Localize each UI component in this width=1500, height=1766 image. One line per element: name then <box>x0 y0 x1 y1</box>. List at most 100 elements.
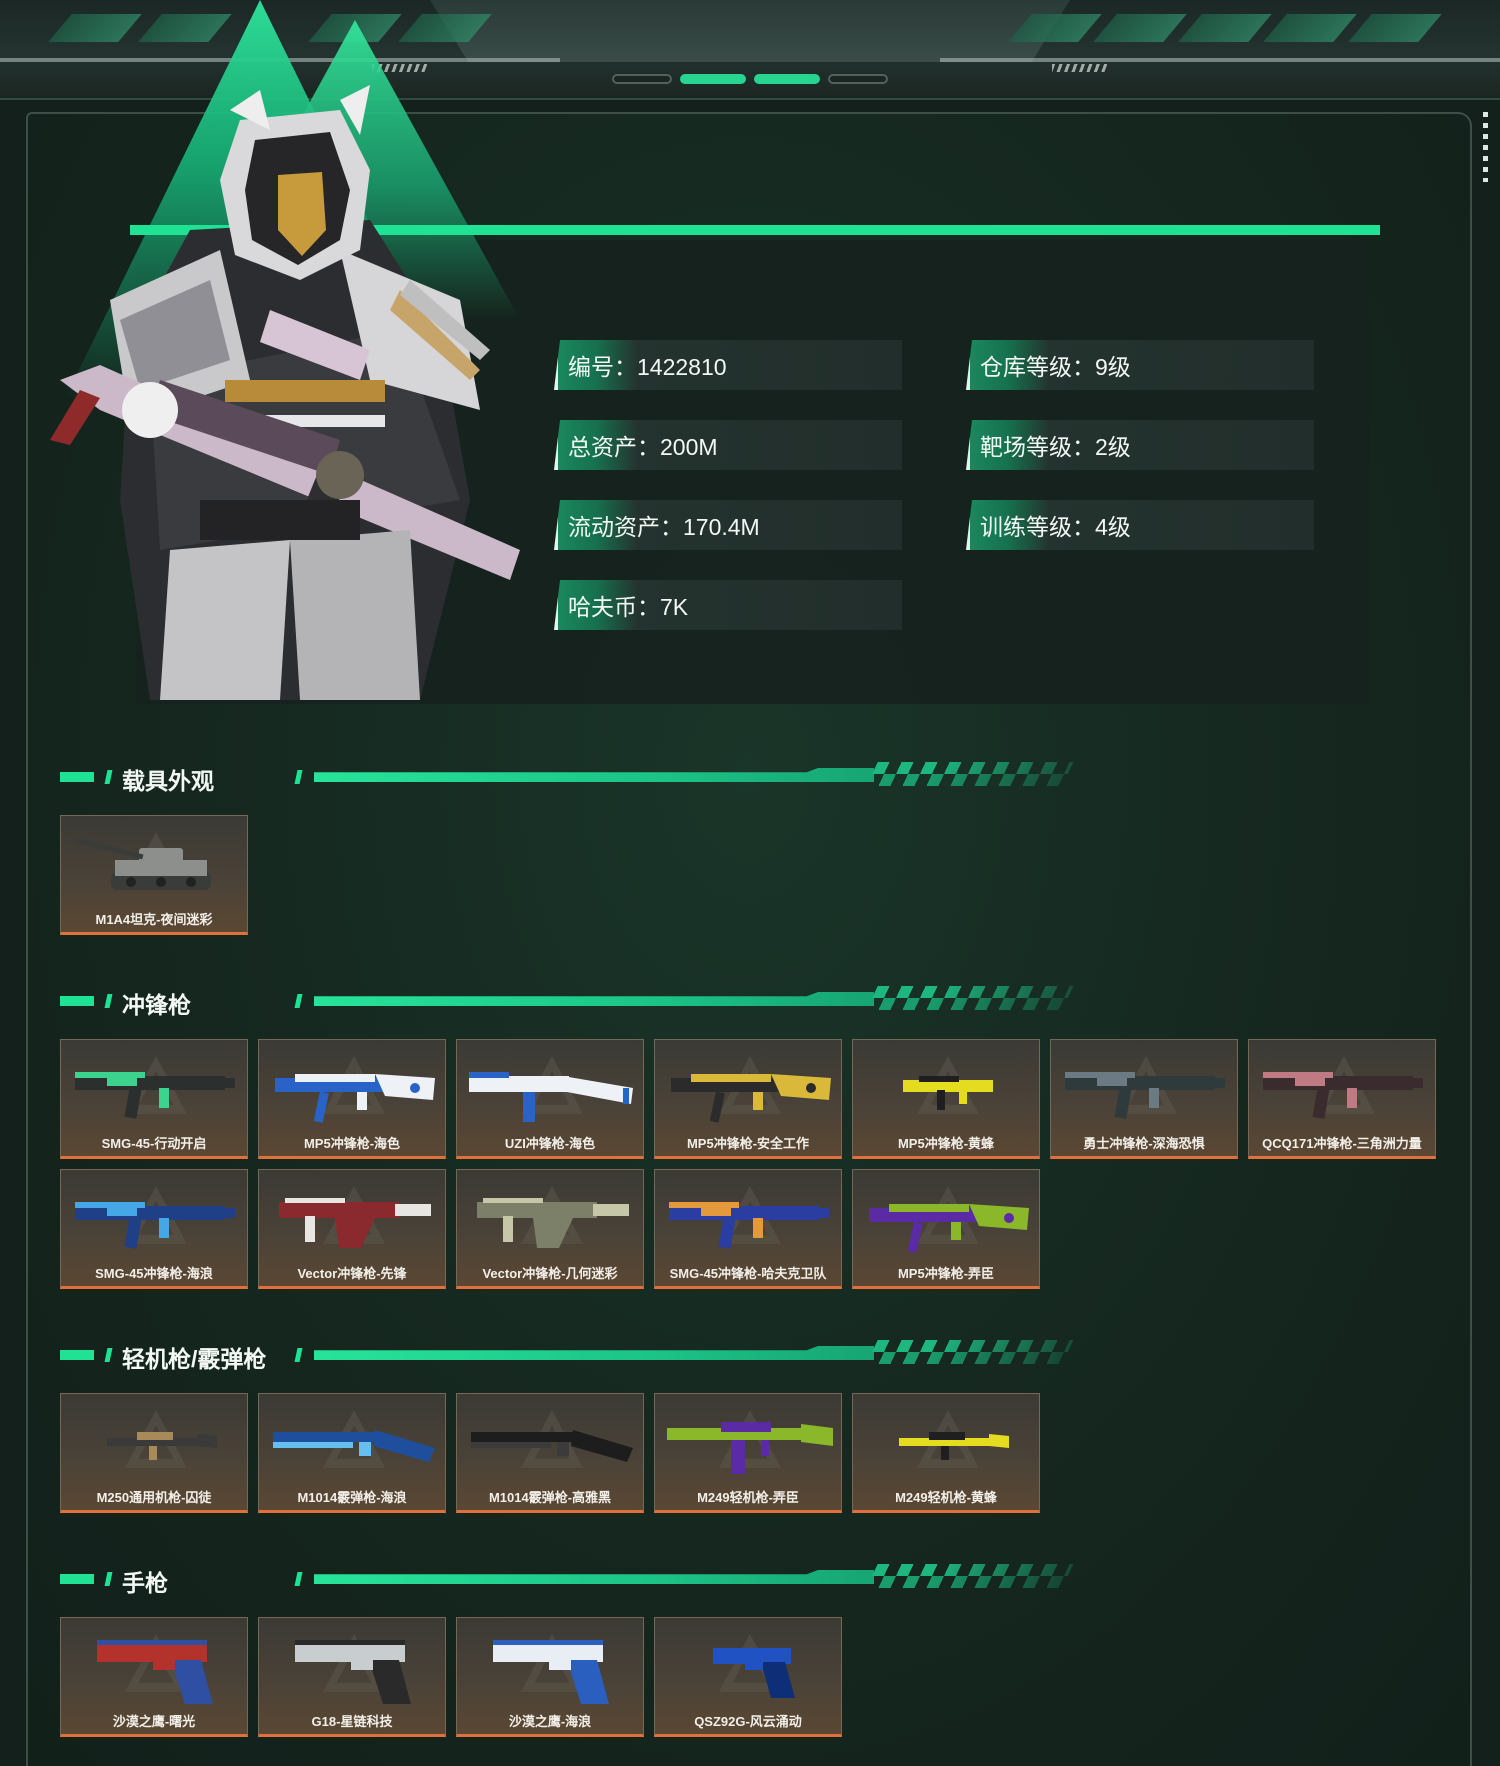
item-card[interactable]: 沙漠之鹰-海浪 <box>456 1617 644 1737</box>
item-card[interactable]: QSZ92G-风云涌动 <box>654 1617 842 1737</box>
section-header-bar <box>294 1348 303 1362</box>
item-card[interactable]: MP5冲锋枪-海色 <box>258 1039 446 1159</box>
item-grid: M250通用机枪-囚徒 M1014霰弹枪-海浪 M1014霰弹枪-高雅黑 M24… <box>60 1393 1436 1513</box>
shotgun-icon <box>471 1430 633 1462</box>
stat-id: 编号：1422810 <box>554 340 902 390</box>
section-title: 手枪 <box>122 1570 168 1596</box>
item-card[interactable]: MP5冲锋枪-黄蜂 <box>852 1039 1040 1159</box>
operator-avatar <box>50 85 520 700</box>
lmg-small-icon <box>899 1432 1009 1460</box>
pistol-icon <box>97 1640 213 1704</box>
mp5-icon <box>869 1204 1029 1253</box>
stat-range-level: 靶场等级：2级 <box>966 420 1314 470</box>
smg-icon <box>669 1202 829 1249</box>
item-label: MP5冲锋枪-安全工作 <box>686 1136 810 1151</box>
smg-icon <box>75 1072 235 1119</box>
scroll-indicator[interactable] <box>1483 112 1488 182</box>
section-header-line <box>314 768 874 782</box>
stat-warehouse-level: 仓库等级：9级 <box>966 340 1314 390</box>
pistol-icon <box>295 1640 411 1704</box>
item-card[interactable]: M1014霰弹枪-海浪 <box>258 1393 446 1513</box>
item-card[interactable]: 沙漠之鹰-曙光 <box>60 1617 248 1737</box>
shotgun-icon <box>273 1430 435 1462</box>
stat-training-level: 训练等级：4级 <box>966 500 1314 550</box>
header-ticks <box>1052 64 1108 72</box>
section-header-bar <box>104 770 113 784</box>
lmg-icon <box>667 1422 833 1474</box>
section-header-bar <box>104 994 113 1008</box>
header-pill-active <box>680 74 746 84</box>
header-slash-decor <box>1178 14 1272 42</box>
stat-liquid-assets: 流动资产：170.4M <box>554 500 902 550</box>
item-label: Vector冲锋枪-几何迷彩 <box>482 1266 618 1281</box>
mp5-icon <box>671 1074 831 1123</box>
section-header-bar <box>60 1574 94 1584</box>
item-card[interactable]: M249轻机枪-弄臣 <box>654 1393 842 1513</box>
section-header: 冲锋枪 <box>60 986 1074 1018</box>
item-card[interactable]: MP5冲锋枪-安全工作 <box>654 1039 842 1159</box>
uzi-icon <box>469 1072 633 1122</box>
item-card[interactable]: 勇士冲锋枪-深海恐惧 <box>1050 1039 1238 1159</box>
item-card[interactable]: QCQ171冲锋枪-三角洲力量 <box>1248 1039 1436 1159</box>
item-card[interactable]: M1014霰弹枪-高雅黑 <box>456 1393 644 1513</box>
item-label: QSZ92G-风云涌动 <box>694 1714 802 1729</box>
item-label: M249轻机枪-弄臣 <box>697 1490 799 1505</box>
pistol-small-icon <box>713 1648 795 1698</box>
item-label: M1014霰弹枪-高雅黑 <box>488 1490 612 1505</box>
item-grid: M1A4坦克-夜间迷彩 <box>60 815 1436 935</box>
item-card[interactable]: Vector冲锋枪-先锋 <box>258 1169 446 1289</box>
item-card[interactable]: G18-星链科技 <box>258 1617 446 1737</box>
item-label: UZI冲锋枪-海色 <box>504 1136 596 1151</box>
item-label: G18-星链科技 <box>311 1714 393 1729</box>
item-card[interactable]: UZI冲锋枪-海色 <box>456 1039 644 1159</box>
item-label: QCQ171冲锋枪-三角洲力量 <box>1262 1136 1422 1151</box>
mp5-icon <box>275 1074 435 1123</box>
item-card[interactable]: SMG-45冲锋枪-哈夫克卫队 <box>654 1169 842 1289</box>
section-title: 载具外观 <box>122 768 214 794</box>
smg-icon <box>1263 1072 1423 1119</box>
item-label: M1A4坦克-夜间迷彩 <box>95 912 213 927</box>
item-label: M1014霰弹枪-海浪 <box>297 1490 407 1505</box>
section-header-checker <box>866 1564 1074 1588</box>
item-label: 沙漠之鹰-曙光 <box>112 1714 196 1729</box>
vector-icon <box>279 1198 431 1248</box>
item-label: MP5冲锋枪-弄臣 <box>897 1266 995 1281</box>
item-card[interactable]: M1A4坦克-夜间迷彩 <box>60 815 248 935</box>
tank-icon <box>74 837 211 890</box>
stat-id-text: 编号：1422810 <box>568 354 727 380</box>
section-title: 轻机枪/霰弹枪 <box>122 1346 267 1372</box>
stat-warehouse-level-text: 仓库等级：9级 <box>980 354 1131 380</box>
section-header-bar <box>294 770 303 784</box>
stat-liquid-assets-text: 流动资产：170.4M <box>568 514 760 540</box>
section-header-checker <box>866 986 1074 1010</box>
item-card[interactable]: MP5冲锋枪-弄臣 <box>852 1169 1040 1289</box>
header-rail <box>940 58 1500 62</box>
item-label: M250通用机枪-囚徒 <box>96 1490 212 1505</box>
item-card[interactable]: SMG-45-行动开启 <box>60 1039 248 1159</box>
item-card[interactable]: M249轻机枪-黄蜂 <box>852 1393 1040 1513</box>
stat-total-assets: 总资产：200M <box>554 420 902 470</box>
section-header: 轻机枪/霰弹枪 <box>60 1340 1074 1372</box>
stat-total-assets-text: 总资产：200M <box>568 434 718 460</box>
smg-icon <box>75 1202 235 1249</box>
section-header-bar <box>104 1572 113 1586</box>
smg-small-icon <box>903 1076 993 1110</box>
header-slash-decor <box>138 14 232 42</box>
item-card[interactable]: SMG-45冲锋枪-海浪 <box>60 1169 248 1289</box>
section-header-line <box>314 992 874 1006</box>
stat-training-level-text: 训练等级：4级 <box>980 514 1131 540</box>
section-header-bar <box>104 1348 113 1362</box>
lmg-small-icon <box>107 1432 217 1460</box>
header-pill <box>612 74 672 84</box>
section-header-checker <box>866 1340 1074 1364</box>
item-card[interactable]: Vector冲锋枪-几何迷彩 <box>456 1169 644 1289</box>
item-card[interactable]: M250通用机枪-囚徒 <box>60 1393 248 1513</box>
item-label: SMG-45冲锋枪-哈夫克卫队 <box>669 1266 827 1281</box>
section-header-bar <box>60 996 94 1006</box>
section-header: 载具外观 <box>60 762 1074 794</box>
item-label: 沙漠之鹰-海浪 <box>508 1714 592 1729</box>
stat-hafu-coin: 哈夫币：7K <box>554 580 902 630</box>
header-slash-decor <box>1348 14 1442 42</box>
section-header-bar <box>294 1572 303 1586</box>
section-header-bar <box>60 1350 94 1360</box>
